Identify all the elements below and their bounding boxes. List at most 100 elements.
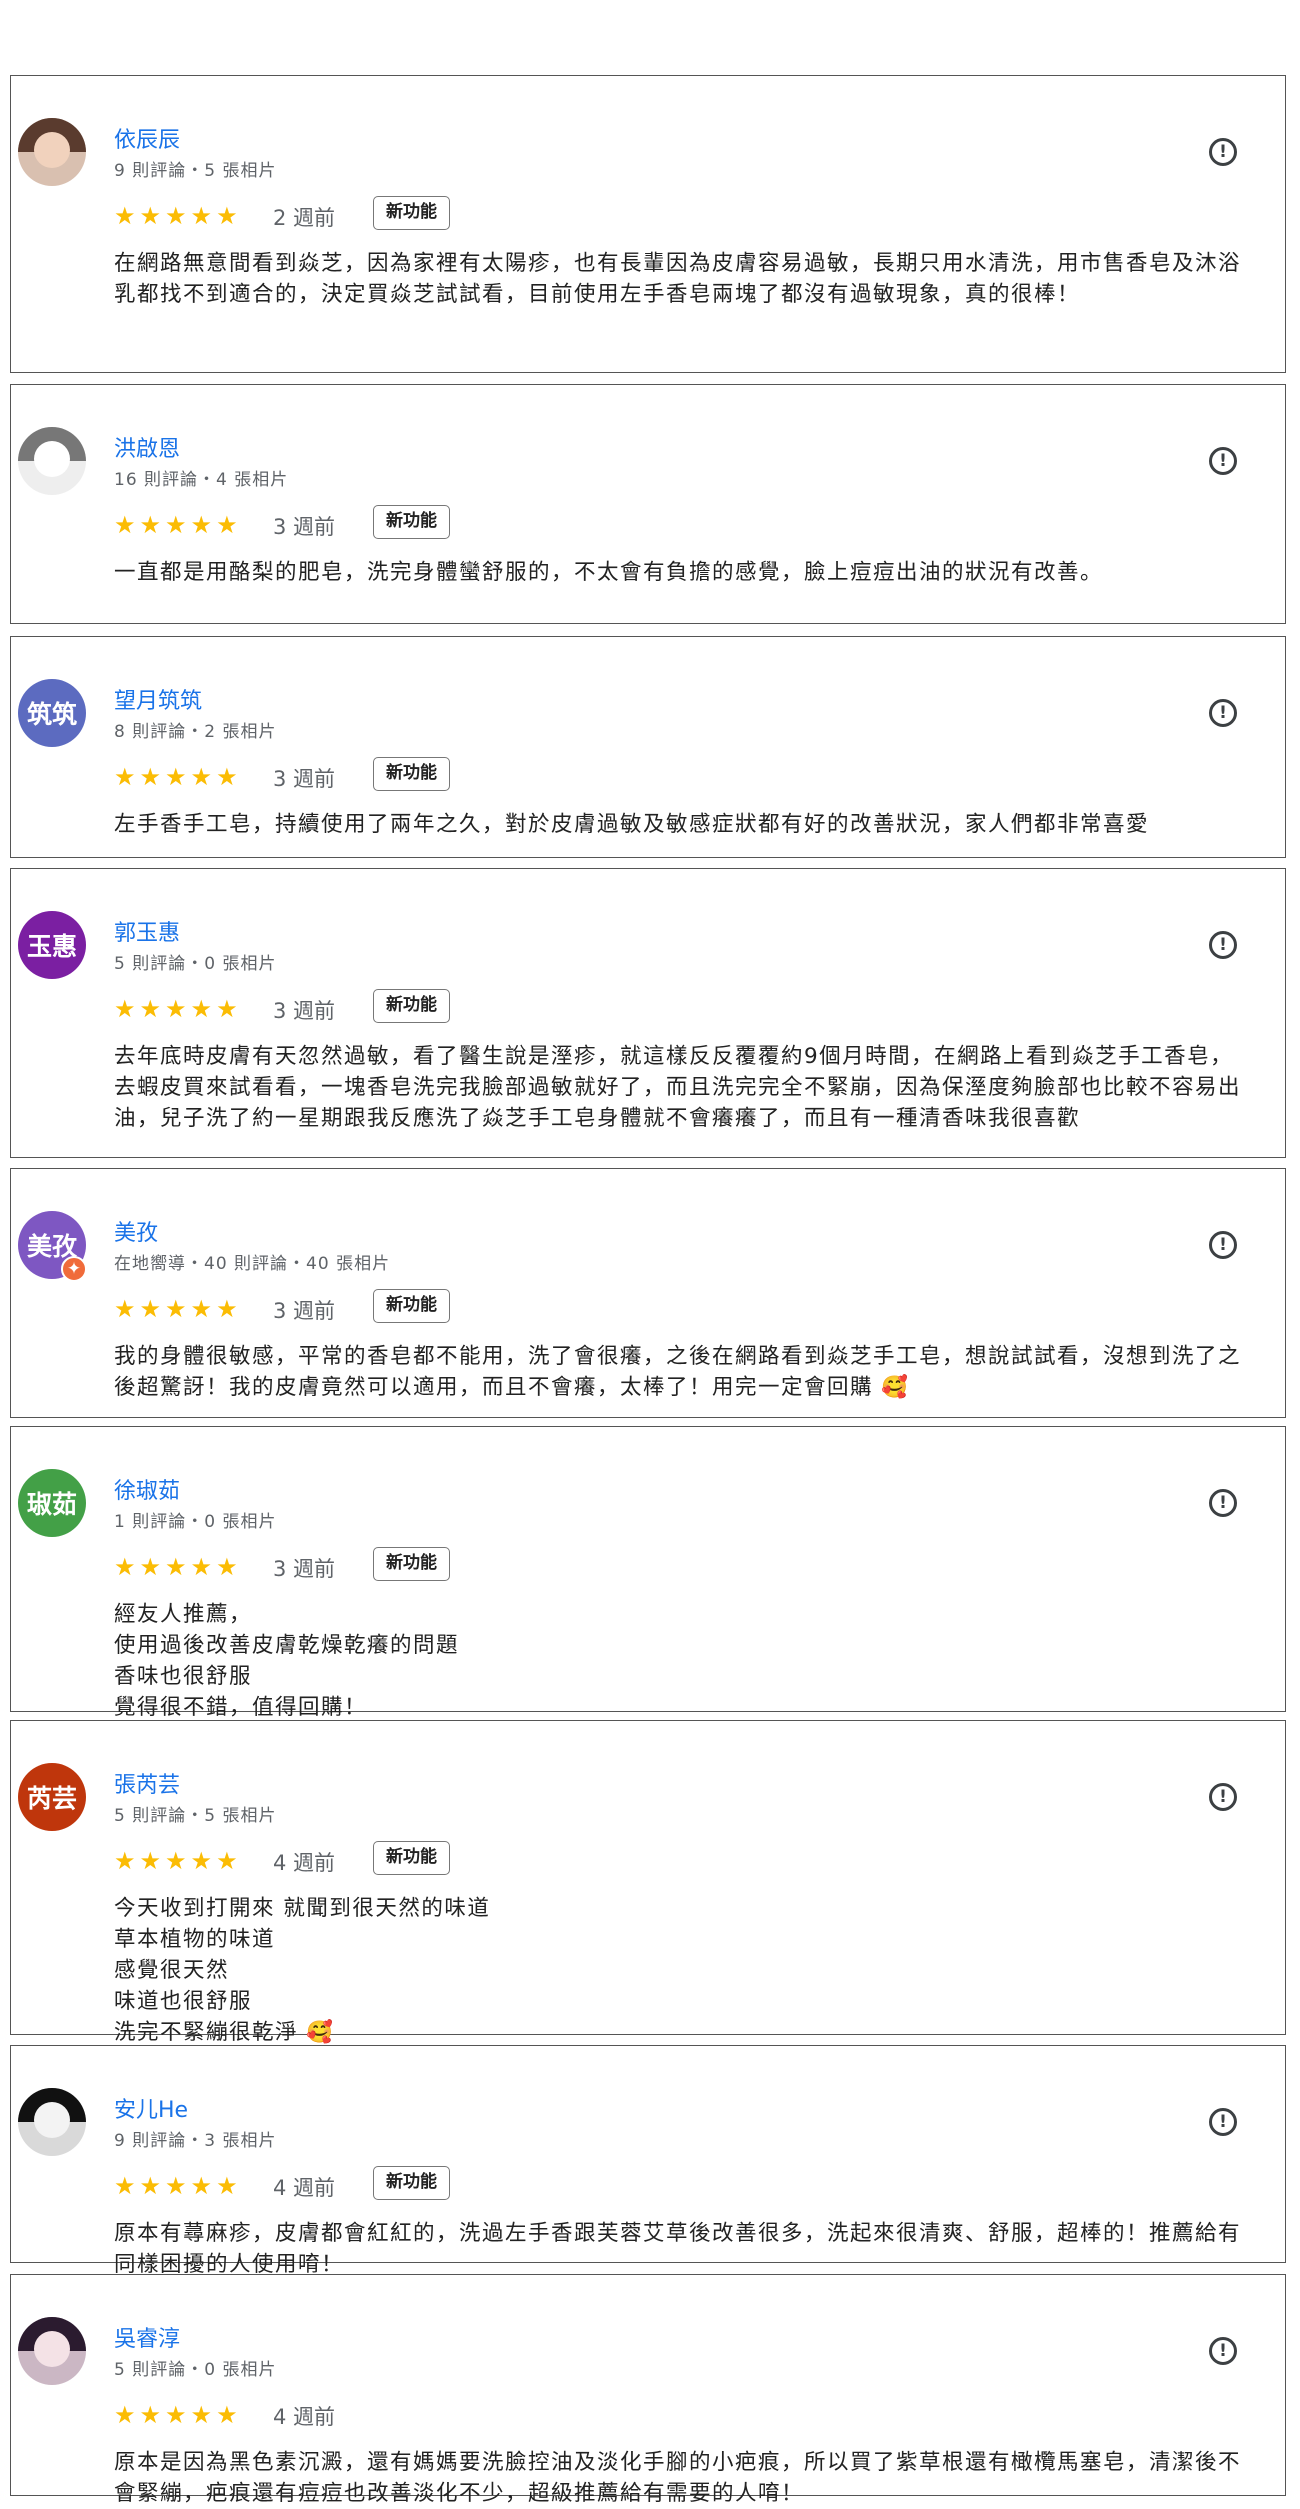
star-rating: ★★★★★: [114, 1553, 242, 1581]
report-review-icon[interactable]: !: [1209, 447, 1237, 475]
avatar-photo-face: [34, 2102, 70, 2138]
review-time: 3 週前: [273, 999, 336, 1023]
new-feature-badge[interactable]: 新功能: [373, 1547, 450, 1581]
new-feature-badge[interactable]: 新功能: [373, 505, 450, 539]
review-card: 吳睿淳 5 則評論・0 張相片! ★★★★★ 4 週前 原本是因為黑色素沉澱，還有媽媽要…: [10, 2274, 1286, 2506]
new-feature-badge[interactable]: 新功能: [373, 1841, 450, 1875]
review-card: 美孜 ✦ 美孜 在地嚮導・40 則評論・40 張相片! ★★★★★ 3 週前 新功能 我的身體…: [10, 1168, 1286, 1418]
avatar-initials: 琡茹: [26, 1490, 77, 1519]
review-time: 3 週前: [273, 767, 336, 791]
review-text-line: 使用過後改善皮膚乾燥乾癢的問題: [114, 1633, 460, 1658]
avatar-initials: 玉惠: [26, 932, 77, 961]
reviewer-name[interactable]: 吳睿淳: [114, 2321, 180, 2353]
review-text: 一直都是用酪梨的肥皂，洗完身體蠻舒服的，不太會有負擔的感覺，臉上痘痘出油的狀況有…: [114, 557, 1255, 588]
new-feature-badge[interactable]: 新功能: [373, 757, 450, 791]
review-card: 依辰辰 9 則評論・5 張相片! ★★★★★ 2 週前 新功能在網路無意間看到焱芝，因為…: [10, 75, 1286, 373]
review-text-line: 感覺很天然: [114, 1958, 230, 1983]
review-text-body: 在網路無意間看到焱芝，因為家裡有太陽疹，也有長輩因為皮膚容易過敏，長期只用水清洗…: [114, 251, 1242, 307]
review-text: 左手香手工皂，持續使用了兩年之久，對於皮膚過敏及敏感症狀都有好的改善狀況，家人們…: [114, 809, 1255, 840]
star-rating: ★★★★★: [114, 995, 242, 1023]
reviewer-meta: 8 則評論・2 張相片: [114, 722, 277, 742]
star-rating: ★★★★★: [114, 2401, 242, 2429]
local-guide-badge-icon: ✦: [61, 1256, 87, 1282]
review-card: 琡茹 徐琡茹 1 則評論・0 張相片! ★★★★★ 3 週前 新功能經友人推薦， 使用過後改…: [10, 1426, 1286, 1720]
review-time: 3 週前: [273, 1299, 336, 1323]
review-text-body: 我的身體很敏感，平常的香皂都不能用，洗了會很癢，之後在網路看到焱芝手工皂，想說試…: [114, 1344, 1242, 1400]
reviewer-meta: 9 則評論・3 張相片: [114, 2131, 277, 2151]
review-text-line: 香味也很舒服: [114, 1664, 253, 1689]
star-rating: ★★★★★: [114, 763, 242, 791]
report-review-icon[interactable]: !: [1209, 138, 1237, 166]
avatar[interactable]: 芮芸: [18, 1763, 86, 1831]
report-review-icon[interactable]: !: [1209, 1783, 1237, 1811]
reviewer-meta: 9 則評論・5 張相片: [114, 161, 277, 181]
review-text: 原本有蕁麻疹，皮膚都會紅紅的，洗過左手香跟芙蓉艾草後改善很多，洗起來很清爽、舒服…: [114, 2218, 1255, 2280]
avatar-initials: 筑筑: [26, 700, 77, 729]
review-card: 芮芸 張芮芸 5 則評論・5 張相片! ★★★★★ 4 週前 新功能 今天收到打開來 就聞到…: [10, 1720, 1286, 2045]
reviewer-name[interactable]: 徐琡茹: [114, 1473, 180, 1505]
avatar[interactable]: [18, 427, 86, 495]
new-feature-badge[interactable]: 新功能: [373, 196, 450, 230]
reviewer-meta: 5 則評論・0 張相片: [114, 2360, 277, 2380]
review-time: 4 週前: [273, 2176, 336, 2200]
avatar[interactable]: [18, 2317, 86, 2385]
report-review-icon[interactable]: !: [1209, 1489, 1237, 1517]
review-card: 筑筑 望月筑筑 8 則評論・2 張相片! ★★★★★ 3 週前 新功能左手香手工皂，持續使…: [10, 636, 1286, 858]
avatar[interactable]: [18, 118, 86, 186]
new-feature-badge[interactable]: 新功能: [373, 2166, 450, 2200]
report-review-icon[interactable]: !: [1209, 2337, 1237, 2365]
review-text: 今天收到打開來 就聞到很天然的味道 草本植物的味道 感覺很天然 味道也很舒服 洗完不緊繃…: [114, 1893, 1255, 2048]
review-text-line: 覺得很不錯，值得回購！: [114, 1695, 368, 1720]
review-text-body: 左手香手工皂，持續使用了兩年之久，對於皮膚過敏及敏感症狀都有好的改善狀況，家人們…: [114, 812, 1150, 837]
review-card: 安儿He 9 則評論・3 張相片! ★★★★★ 4 週前 新功能原本有蕁麻疹，皮膚都會紅…: [10, 2045, 1286, 2277]
avatar[interactable]: [18, 2088, 86, 2156]
review-text-body: 一直都是用酪梨的肥皂，洗完身體蠻舒服的，不太會有負擔的感覺，臉上痘痘出油的狀況有…: [114, 560, 1104, 585]
reviewer-name[interactable]: 洪啟恩: [114, 431, 180, 463]
report-review-icon[interactable]: !: [1209, 931, 1237, 959]
star-rating: ★★★★★: [114, 2172, 242, 2200]
reviewer-name[interactable]: 依辰辰: [114, 122, 180, 154]
reviewer-name[interactable]: 張芮芸: [114, 1767, 180, 1799]
review-card: 玉惠 郭玉惠 5 則評論・0 張相片! ★★★★★ 3 週前 新功能去年底時皮膚有天忽然過…: [10, 868, 1286, 1158]
report-review-icon[interactable]: !: [1209, 699, 1237, 727]
review-text: 經友人推薦， 使用過後改善皮膚乾燥乾癢的問題 香味也很舒服覺得很不錯，值得回購！: [114, 1599, 1255, 1723]
review-text-body: 原本有蕁麻疹，皮膚都會紅紅的，洗過左手香跟芙蓉艾草後改善很多，洗起來很清爽、舒服…: [114, 2221, 1242, 2277]
star-rating: ★★★★★: [114, 1847, 242, 1875]
avatar-initials: 芮芸: [26, 1784, 77, 1813]
avatar-photo-face: [34, 441, 70, 477]
avatar-photo-face: [34, 2331, 70, 2367]
avatar[interactable]: 筑筑: [18, 679, 86, 747]
star-rating: ★★★★★: [114, 202, 242, 230]
avatar[interactable]: 玉惠: [18, 911, 86, 979]
star-rating: ★★★★★: [114, 1295, 242, 1323]
review-time: 4 週前: [273, 1851, 336, 1875]
reviewer-name[interactable]: 安儿He: [114, 2092, 188, 2124]
reviewer-meta: 5 則評論・0 張相片: [114, 954, 277, 974]
review-time: 2 週前: [273, 206, 336, 230]
review-text: 在網路無意間看到焱芝，因為家裡有太陽疹，也有長輩因為皮膚容易過敏，長期只用水清洗…: [114, 248, 1255, 310]
reviewer-meta: 1 則評論・0 張相片: [114, 1512, 277, 1532]
review-text-line: 洗完不緊繃很乾淨 🥰: [114, 2020, 335, 2045]
new-feature-badge[interactable]: 新功能: [373, 989, 450, 1023]
avatar-photo-face: [34, 132, 70, 168]
review-text-body: 去年底時皮膚有天忽然過敏，看了醫生說是溼疹，就這樣反反覆覆約9個月時間，在網路上…: [114, 1044, 1242, 1131]
reviewer-meta: 5 則評論・5 張相片: [114, 1806, 277, 1826]
review-card: 洪啟恩 16 則評論・4 張相片! ★★★★★ 3 週前 新功能 一直都是用酪梨的肥皂，洗…: [10, 384, 1286, 624]
review-text: 我的身體很敏感，平常的香皂都不能用，洗了會很癢，之後在網路看到焱芝手工皂，想說試…: [114, 1341, 1255, 1403]
review-text-line: 經友人推薦，: [114, 1602, 253, 1627]
report-review-icon[interactable]: !: [1209, 1231, 1237, 1259]
review-time: 4 週前: [273, 2405, 336, 2429]
report-review-icon[interactable]: !: [1209, 2108, 1237, 2136]
star-rating: ★★★★★: [114, 511, 242, 539]
review-time: 3 週前: [273, 1557, 336, 1581]
reviewer-meta: 在地嚮導・40 則評論・40 張相片: [114, 1254, 391, 1274]
review-text: 去年底時皮膚有天忽然過敏，看了醫生說是溼疹，就這樣反反覆覆約9個月時間，在網路上…: [114, 1041, 1255, 1134]
review-text-line: 草本植物的味道: [114, 1927, 276, 1952]
reviewer-name[interactable]: 郭玉惠: [114, 915, 180, 947]
review-time: 3 週前: [273, 515, 336, 539]
avatar[interactable]: 琡茹: [18, 1469, 86, 1537]
review-text-line: 味道也很舒服: [114, 1989, 253, 2014]
reviewer-name[interactable]: 美孜: [114, 1215, 158, 1247]
new-feature-badge[interactable]: 新功能: [373, 1289, 450, 1323]
reviewer-name[interactable]: 望月筑筑: [114, 683, 202, 715]
